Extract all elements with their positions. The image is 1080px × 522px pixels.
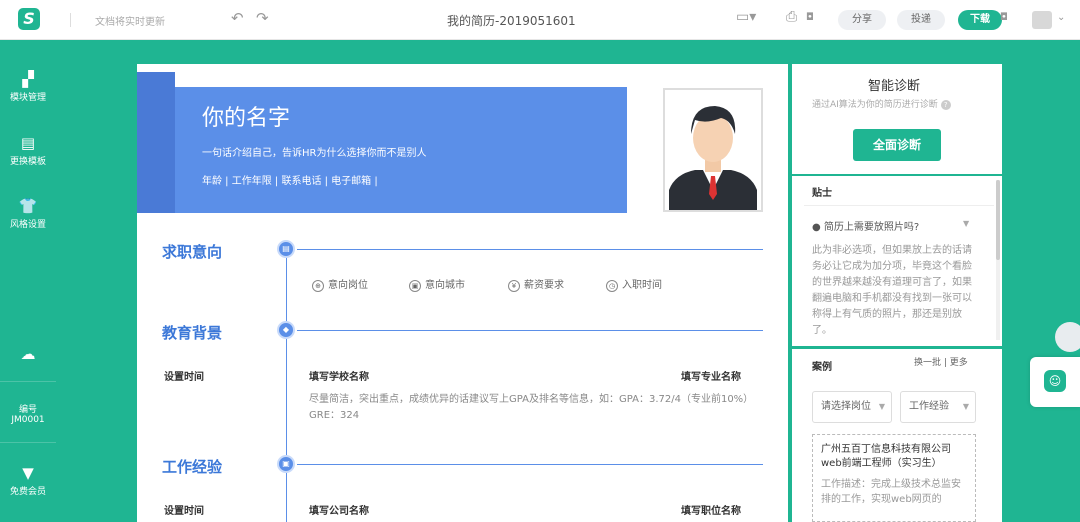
edu-major[interactable]: 填写专业名称 [681,368,741,383]
section-title-intent[interactable]: 求职意向 [162,241,222,262]
sidebar-item-cloud[interactable]: ☁ [0,345,56,365]
redo-icon[interactable]: ↷ [256,9,269,27]
cloud-upload-icon: ☁ [20,345,36,363]
intent-label: 意向岗位 [328,280,368,291]
vip-label: 免费会员 [9,487,46,497]
comment-icon[interactable]: ▭▾ [736,9,756,25]
profile-photo[interactable] [663,88,763,212]
preview-icon[interactable]: ◘ [806,12,814,23]
shirt-icon: 👕 [18,197,38,215]
resume-intro[interactable]: 一句话介绍自己，告诉HR为什么选择你而不是别人 [202,144,426,159]
print-icon[interactable]: ⎙ [786,9,797,25]
chevron-down-icon: ▼ [878,402,885,411]
banner-ribbon [137,72,175,213]
submit-button[interactable]: 投递 [897,10,945,30]
left-sidebar: ▞ 模块管理 ▤ 更换模板 👕 风格设置 ☁ 编号 JM0001 ▼ 免费会员 [0,40,56,522]
diagnosis-subtitle: 通过AI算法为你的简历进行诊断 ? [812,97,951,110]
logo-icon[interactable]: S [18,8,40,30]
code-value: JM0001 [11,415,45,425]
cases-title: 案例 [812,362,832,373]
top-bar: S 文档将实时更新 ↶ ↷ 我的简历-2019051601 ▭▾ ⎙ ◘ 分享 … [0,0,1080,40]
divider [0,381,56,382]
edu-school[interactable]: 填写学校名称 [309,368,369,383]
intent-label: 入职时间 [622,280,662,291]
salary-icon: ¥ [508,280,520,292]
experience-select[interactable]: 工作经验 ▼ [900,391,976,423]
work-company[interactable]: 填写公司名称 [309,502,369,517]
edu-time[interactable]: 设置时间 [164,368,204,383]
sidebar-item-modules[interactable]: ▞ 模块管理 [0,70,56,103]
timeline-line [286,258,287,522]
cases-links[interactable]: 换一批 | 更多 [914,355,968,368]
education-section-icon: ◆ [277,321,295,339]
vip-icon: ▼ [22,464,34,482]
tips-title: 贴士 [812,188,832,199]
section-divider [297,330,763,331]
autosave-status: 文档将实时更新 [95,17,165,28]
resume-name[interactable]: 你的名字 [202,100,290,132]
work-time[interactable]: 设置时间 [164,502,204,517]
avatar-icon [665,90,761,210]
sidebar-item-label: 模块管理 [9,93,46,103]
intent-section-icon: ▤ [277,240,295,258]
chevron-down-icon: ▼ [962,402,969,411]
undo-icon[interactable]: ↶ [231,9,244,27]
sidebar-item-label: 风格设置 [9,220,46,230]
scrollbar-thumb[interactable] [996,180,1000,260]
case-description: 工作描述：完成上级技术总监安排的工作，实现web网页的 [821,479,961,505]
intent-city[interactable]: ▣ 意向城市 [409,276,465,292]
position-icon: ⊕ [312,280,324,292]
case-card[interactable]: 广州五百丁信息科技有限公司 web前端工程师（实习生） 工作描述：完成上级技术总… [812,434,976,522]
chevron-down-icon[interactable]: ▼ [963,219,969,228]
sidebar-item-style[interactable]: 👕 风格设置 [0,197,56,230]
work-position[interactable]: 填写职位名称 [681,502,741,517]
full-diagnosis-button[interactable]: 全面诊断 [853,129,941,161]
intent-start-date[interactable]: ◷ 入职时间 [606,276,662,292]
section-title-education[interactable]: 教育背景 [162,322,222,343]
document-title[interactable]: 我的简历-2019051601 [447,12,576,29]
section-title-work[interactable]: 工作经验 [162,456,222,477]
intent-salary[interactable]: ¥ 薪资要求 [508,276,564,292]
resume-contacts[interactable]: 年龄 | 工作年限 | 联系电话 | 电子邮箱 | [202,172,378,187]
intent-position[interactable]: ⊕ 意向岗位 [312,276,368,292]
template-icon: ▤ [20,134,36,152]
intent-label: 意向城市 [425,280,465,291]
sidebar-item-vip[interactable]: ▼ 免费会员 [0,464,56,497]
share-button[interactable]: 分享 [838,10,886,30]
download-format-icon[interactable]: ◘ [1000,12,1008,23]
customer-service-button[interactable]: ☺ [1030,357,1080,407]
service-icon: ☺ [1044,370,1066,392]
edu-description[interactable]: 尽量简洁，突出重点，成绩优异的话建议写上GPA及排名等信息，如：GPA：3.72… [309,392,761,424]
section-divider [297,464,763,465]
position-select[interactable]: 请选择岗位 ▼ [812,391,892,423]
divider [804,205,994,206]
case-company: 广州五百丁信息科技有限公司 web前端工程师（实习生） [821,444,951,469]
chevron-down-icon[interactable]: ⌄ [1057,12,1065,23]
code-label: 编号 [18,405,37,415]
download-button[interactable]: 下载 [958,10,1002,30]
resume-code: 编号 JM0001 [0,402,56,425]
clock-icon: ◷ [606,280,618,292]
user-avatar[interactable] [1032,11,1052,29]
sidebar-item-template[interactable]: ▤ 更换模板 [0,134,56,167]
module-icon: ▞ [22,70,34,88]
divider [0,442,56,443]
tips-question[interactable]: ● 简历上需要放照片吗? [812,218,919,233]
intent-label: 薪资要求 [524,280,564,291]
assistant-avatar[interactable] [1055,322,1080,352]
work-section-icon: ▣ [277,455,295,473]
tips-body: 此为非必选项，但如果放上去的话请务必让它成为加分项，毕竟这个看脸的世界越来越没有… [812,245,972,336]
help-icon[interactable]: ? [940,100,951,110]
city-icon: ▣ [409,280,421,292]
sidebar-item-label: 更换模板 [9,157,46,167]
diagnosis-title: 智能诊断 [868,79,921,94]
section-divider [297,249,763,250]
divider [70,13,71,27]
